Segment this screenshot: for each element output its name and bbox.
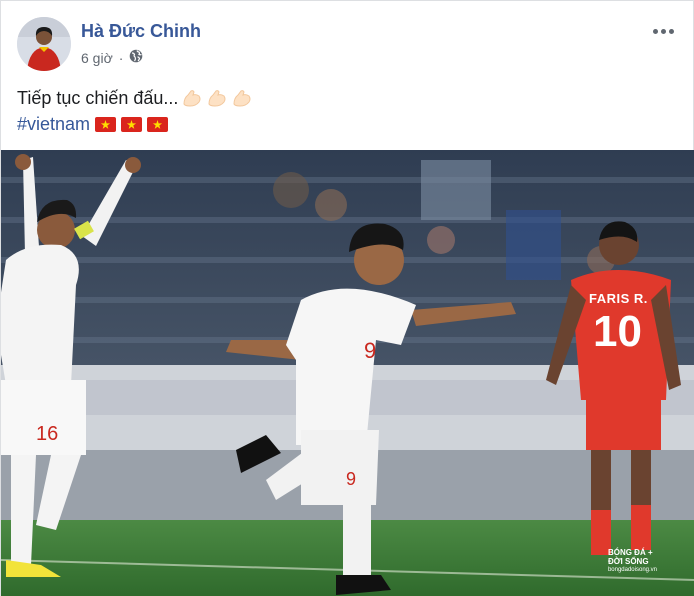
- post-photo[interactable]: 16 9 9 FARIS R. 10 BÓNG ĐÁ + ĐỜI SỐNG bo…: [1, 150, 694, 596]
- jersey-number: 10: [593, 307, 642, 356]
- more-options-icon[interactable]: [649, 21, 677, 41]
- svg-text:9: 9: [364, 338, 376, 363]
- meta-separator: ·: [118, 49, 124, 66]
- flexed-biceps-icon: [233, 90, 251, 107]
- post-message: Tiếp tục chiến đấu...: [17, 88, 179, 108]
- svg-text:9: 9: [346, 469, 356, 489]
- author-name[interactable]: Hà Đức Chinh: [81, 21, 201, 42]
- vietnam-flag-icon: [147, 116, 169, 132]
- facebook-post: Hà Đức Chinh 6 giờ · Tiếp tục chiến đấu.…: [0, 0, 694, 596]
- svg-text:16: 16: [36, 423, 58, 445]
- author-avatar[interactable]: [17, 17, 71, 71]
- post-hashtag-line: #vietnam: [17, 111, 677, 137]
- vietnam-flag-icon: [121, 116, 143, 132]
- flexed-biceps-icon: [208, 90, 226, 107]
- post-meta: 6 giờ ·: [81, 49, 143, 66]
- vietnam-flag-icon: [95, 116, 117, 132]
- hashtag-link[interactable]: #vietnam: [17, 111, 90, 137]
- watermark: BÓNG ĐÁ + ĐỜI SỐNG bongdadoisong.vn: [608, 548, 657, 575]
- globe-icon[interactable]: [129, 49, 143, 66]
- watermark-subtitle: ĐỜI SỐNG: [607, 557, 649, 566]
- flexed-biceps-icon: [183, 90, 201, 107]
- post-text-line: Tiếp tục chiến đấu...: [17, 85, 677, 111]
- jersey-name: FARIS R.: [589, 291, 648, 306]
- post-text: Tiếp tục chiến đấu... #vietnam: [17, 85, 677, 137]
- football-celebration-image: 16 9 9: [1, 150, 694, 596]
- post-time[interactable]: 6 giờ: [81, 50, 113, 66]
- watermark-site: bongdadoisong.vn: [607, 567, 657, 573]
- watermark-title: BÓNG ĐÁ +: [607, 548, 653, 557]
- post-header: Hà Đức Chinh 6 giờ ·: [17, 17, 677, 73]
